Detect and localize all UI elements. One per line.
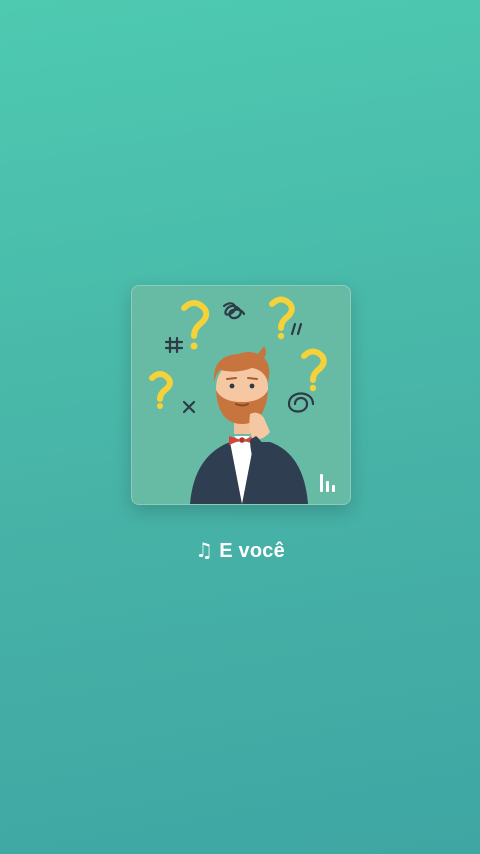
thinking-man-illustration (149, 296, 327, 504)
music-note-icon: ♫ (195, 538, 214, 562)
track-title-row: ♫ E você (0, 538, 480, 563)
album-art-card[interactable] (131, 285, 351, 505)
track-title: E você (219, 540, 285, 562)
screen: { "track": { "title": "E você", "note_ic… (0, 0, 480, 854)
equalizer-bars-icon (320, 474, 338, 492)
